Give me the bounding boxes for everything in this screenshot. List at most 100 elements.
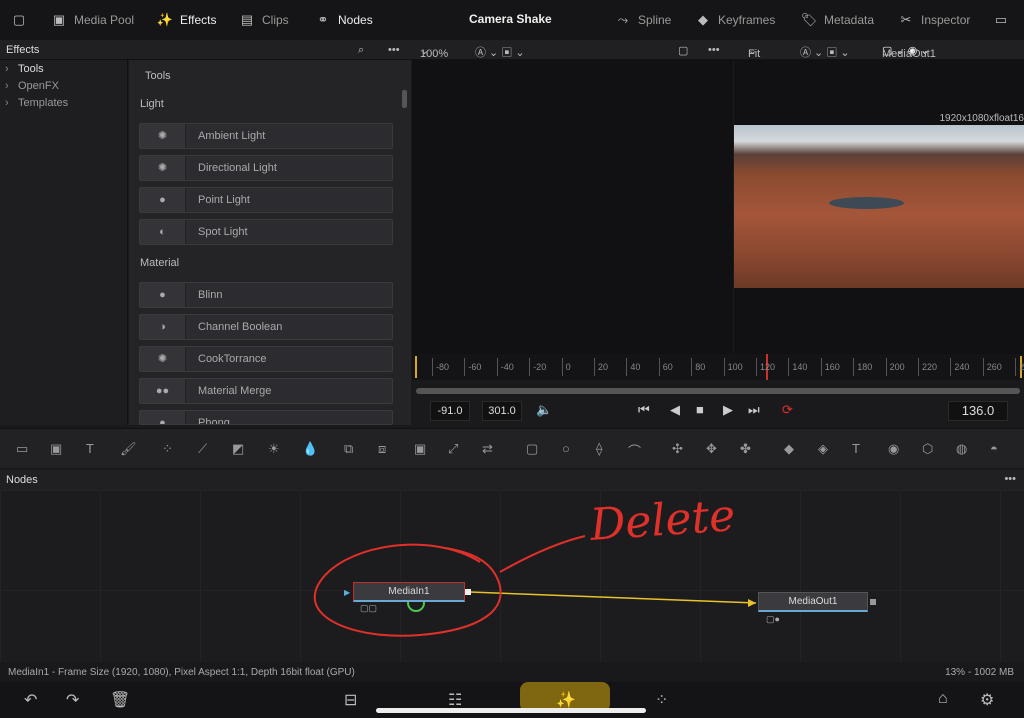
nodes-options-icon[interactable]: •••	[1004, 473, 1016, 485]
matte-tool-icon[interactable]: ▣	[414, 441, 426, 457]
text-tool-icon[interactable]: T	[86, 441, 94, 456]
tool-spot-light[interactable]: ◐ Spot Light	[139, 219, 393, 245]
cut-page-icon[interactable]: ☷	[448, 690, 462, 710]
timeline-tick: 180	[853, 358, 872, 376]
background-tool-icon[interactable]: ▭	[16, 441, 28, 457]
current-frame-field[interactable]: 136.0	[948, 401, 1008, 421]
tree-item-tools[interactable]: Tools	[0, 63, 127, 80]
color-corrector-icon[interactable]: ◩	[232, 441, 244, 457]
zoom-dropdown[interactable]: 100% ⌄	[420, 44, 448, 60]
color-page-icon[interactable]: ⁘	[655, 690, 668, 710]
tool-label: CookTorrance	[198, 353, 267, 365]
node-mediain1[interactable]: MediaIn1	[353, 582, 465, 602]
loop-icon[interactable]: ⟳	[782, 402, 793, 418]
tree-item-openfx[interactable]: OpenFX	[0, 80, 127, 97]
timeline-tick: -60	[464, 358, 481, 376]
panel-toggle-icon[interactable]: ▢	[10, 12, 28, 28]
end-frame-field[interactable]: 301.0	[482, 401, 522, 421]
rectangle-mask-icon[interactable]: ▢	[526, 441, 538, 457]
more-options-icon[interactable]: •••	[388, 44, 400, 56]
renderer3d-icon[interactable]: ◍	[956, 441, 967, 457]
transform-tool-icon[interactable]: ⤢	[448, 441, 458, 457]
go-to-start-icon[interactable]: ⏮	[638, 402, 650, 418]
cube-icon[interactable]: ⬡	[922, 441, 933, 457]
effects-tab[interactable]: ✨ Effects	[156, 12, 217, 28]
camera3d-icon[interactable]: ◉	[888, 441, 899, 457]
inspector-tab[interactable]: ✂ Inspector	[897, 12, 971, 28]
spline-tab[interactable]: ⤳ Spline	[614, 12, 672, 28]
light3d-icon[interactable]: ◓	[990, 441, 998, 456]
range-start-marker[interactable]	[415, 356, 417, 378]
redo-icon[interactable]: ↷	[66, 690, 79, 710]
trash-icon[interactable]: 🗑	[110, 690, 130, 710]
viewer-options-icon[interactable]: •••	[708, 44, 720, 56]
clips-tab[interactable]: ▤ Clips	[238, 12, 289, 28]
shape3d-icon[interactable]: ◆	[784, 441, 794, 457]
undo-icon[interactable]: ↶	[24, 690, 37, 710]
edit-page-icon[interactable]: ⊟	[344, 690, 357, 710]
nodes-tab[interactable]: ⚭ Nodes	[314, 12, 373, 28]
settings-icon[interactable]: ⚙	[980, 690, 994, 710]
play-icon[interactable]: ▶	[723, 402, 733, 418]
tool-blinn[interactable]: ● Blinn	[139, 282, 393, 308]
monitor-icon[interactable]: ▭	[992, 12, 1010, 28]
tracker-icon[interactable]: ✣	[672, 441, 683, 457]
media-pool-tab[interactable]: ▣ Media Pool	[50, 12, 134, 28]
tool-cooktorrance[interactable]: ✺ CookTorrance	[139, 346, 393, 372]
merge-tool-icon[interactable]: ⧉	[344, 441, 353, 457]
search-icon[interactable]: ⌕	[358, 44, 364, 57]
tools-scrollbar[interactable]	[402, 90, 407, 108]
node-thumbnail-icon[interactable]: ▢▢	[360, 603, 377, 614]
tool-channel-boolean[interactable]: ◑ Channel Boolean	[139, 314, 393, 340]
viewer-node-dropdown[interactable]: MediaOut1 ▢ ⌄ ◉ ⌄	[882, 44, 936, 60]
planar-tracker-icon[interactable]: ✥	[706, 441, 717, 457]
viewer-right[interactable]: 1920x1080xfloat16	[734, 60, 1024, 354]
nodes-header: Nodes •••	[0, 470, 1024, 490]
viewer-left[interactable]	[412, 60, 733, 354]
inspector-label: Inspector	[921, 13, 971, 27]
node-editor[interactable]: Delete ▶ MediaIn1 ▢▢ MediaOut1 ▢●	[0, 490, 1024, 662]
text3d-icon[interactable]: T	[852, 441, 860, 456]
status-bar: MediaIn1 - Frame Size (1920, 1080), Pixe…	[0, 662, 1024, 682]
tool-phong[interactable]: ● Phong	[139, 410, 393, 425]
tree-item-templates[interactable]: Templates	[0, 97, 127, 114]
paint-tool-icon[interactable]: 🖌	[120, 441, 137, 457]
play-reverse-icon[interactable]: ◀	[670, 402, 680, 418]
timeline-tick: -20	[529, 358, 546, 376]
curves-tool-icon[interactable]: ⟋	[198, 441, 207, 457]
project-title: Camera Shake	[469, 12, 552, 26]
channel-tool-icon[interactable]: ⧈	[378, 441, 386, 457]
output-port-2[interactable]	[870, 599, 876, 605]
bspline-mask-icon[interactable]: ⌒	[628, 441, 641, 460]
image-tool-icon[interactable]: ▣	[50, 441, 62, 457]
tool-ambient-light[interactable]: ✺ Ambient Light	[139, 123, 393, 149]
go-to-end-icon[interactable]: ⏭	[748, 402, 760, 418]
brightness-tool-icon[interactable]: ☀	[268, 441, 280, 457]
fusion-page-icon[interactable]: ✨	[556, 690, 576, 710]
channel-dropdown-2[interactable]: Ⓐ ⌄ ▣ ⌄	[800, 44, 850, 60]
output-port[interactable]	[465, 589, 471, 595]
polygon-mask-icon[interactable]: ⟠	[596, 441, 602, 457]
camera-tracker-icon[interactable]: ✤	[740, 441, 751, 457]
viewer-layout-icon[interactable]: ▢	[678, 44, 688, 57]
keyframes-tab[interactable]: ◆ Keyframes	[694, 12, 775, 28]
home-icon[interactable]: ⌂	[938, 690, 948, 708]
metadata-tab[interactable]: 🏷 Metadata	[800, 12, 874, 28]
blur-tool-icon[interactable]: 💧	[302, 441, 318, 457]
timeline-ruler[interactable]: -80 -60 -40 -20 0 20 40 60 80 100 120 140 160 180 200 2…	[412, 354, 1024, 380]
ellipse-mask-icon[interactable]: ○	[562, 441, 570, 456]
scrub-bar[interactable]	[416, 388, 1020, 394]
node-mediaout1[interactable]: MediaOut1	[758, 592, 868, 612]
fit-dropdown[interactable]: Fit ⌄	[748, 44, 760, 60]
tool-directional-light[interactable]: ✺ Directional Light	[139, 155, 393, 181]
particles-tool-icon[interactable]: ⁘	[162, 441, 173, 457]
node-viewer-icon[interactable]: ▢●	[766, 614, 780, 625]
audio-icon[interactable]: 🔈	[536, 402, 552, 418]
tool-material-merge[interactable]: ●● Material Merge	[139, 378, 393, 404]
start-frame-field[interactable]: -91.0	[430, 401, 470, 421]
stop-icon[interactable]: ■	[696, 402, 704, 417]
tool-point-light[interactable]: ● Point Light	[139, 187, 393, 213]
resize-tool-icon[interactable]: ⇄	[482, 441, 493, 457]
merge3d-icon[interactable]: ◈	[818, 441, 828, 457]
channel-dropdown[interactable]: Ⓐ ⌄ ▣ ⌄	[475, 44, 525, 60]
